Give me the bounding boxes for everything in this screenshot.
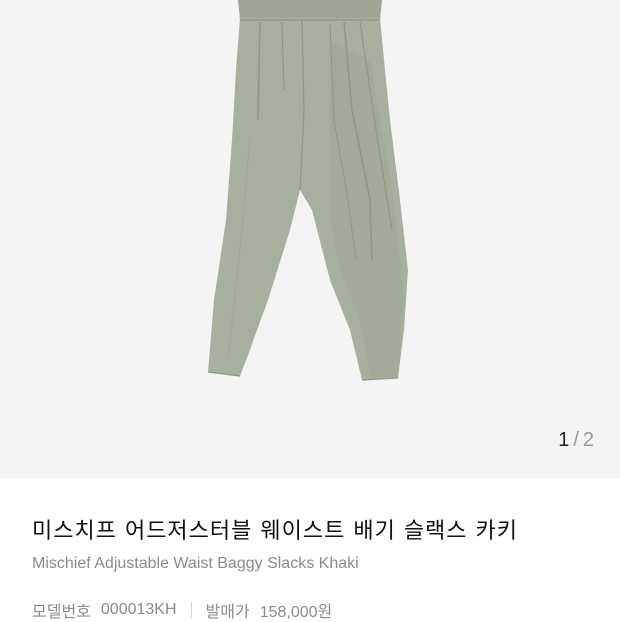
product-image	[207, 0, 408, 381]
product-image-gallery[interactable]: 1/2	[0, 0, 620, 478]
page-separator: /	[573, 429, 579, 451]
total-pages: 2	[582, 429, 594, 451]
release-price-label: 발매가	[205, 602, 250, 621]
image-page-indicator: 1/2	[558, 429, 594, 452]
model-number-label: 모델번호	[32, 602, 91, 621]
product-meta: 모델번호 000013KH 발매가 158,000원	[32, 598, 332, 622]
meta-divider	[190, 602, 192, 618]
model-number-value: 000013KH	[100, 601, 177, 618]
product-name-korean: 미스치프 어드저스터블 웨이스트 배기 슬랙스 카키	[32, 519, 519, 544]
product-name-english: Mischief Adjustable Waist Baggy Slacks K…	[32, 555, 359, 572]
current-page: 1	[558, 429, 570, 451]
release-price-value: 158,000원	[259, 604, 333, 621]
